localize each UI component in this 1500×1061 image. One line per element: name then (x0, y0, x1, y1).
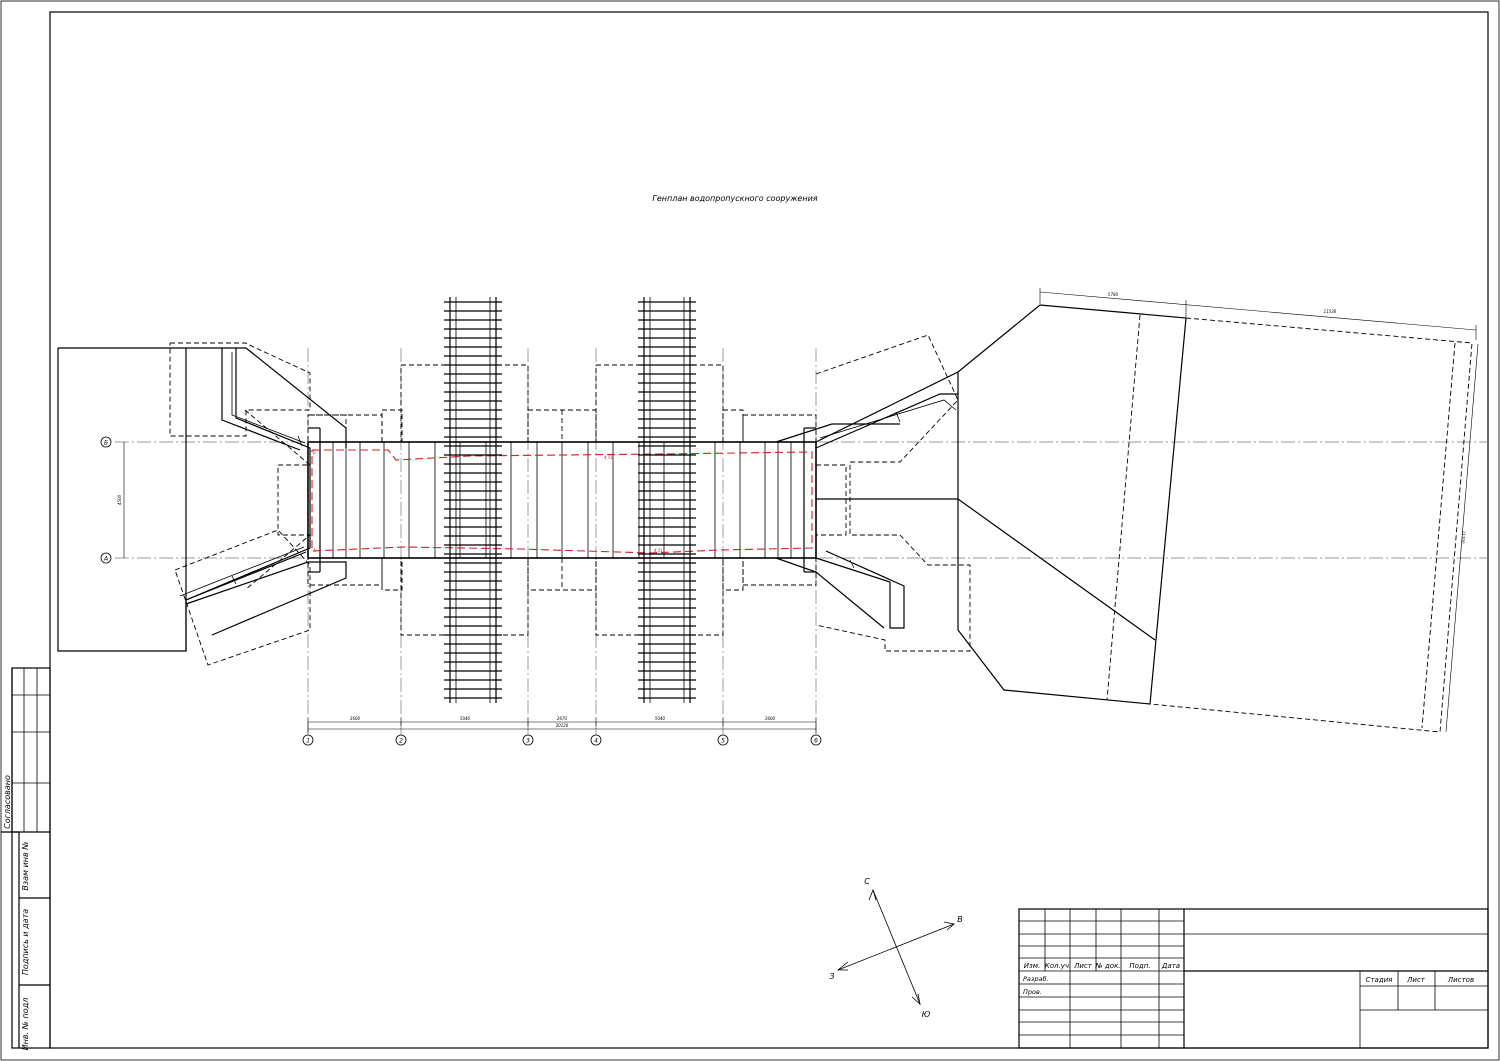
axis-bubble-2: 2 (395, 734, 407, 746)
right-outlet-block: 5780 11536 11700 (816, 288, 1479, 733)
axis-bubble-4: 4 (590, 734, 602, 746)
dim-total: 20120 (556, 723, 569, 728)
dim-right-top-a: 5780 (1108, 292, 1119, 297)
tb-header-podp: Подп. (1129, 962, 1150, 970)
axis-lines (115, 348, 1488, 735)
railway-track-left (444, 297, 502, 703)
svg-text:6: 6 (814, 738, 818, 745)
axis-bubble-3: 3 (522, 734, 534, 746)
left-head-block (57, 342, 347, 666)
axis-bubble-5: 5 (717, 734, 729, 746)
margin-signature-date: Подпись и дата (21, 909, 30, 975)
tb-stage: Стадия (1366, 976, 1393, 984)
pipe-label-left-bottom: А (312, 548, 316, 553)
svg-text:4: 4 (594, 738, 598, 745)
pipe-label-left-top: Б (313, 450, 316, 455)
grid-bubbles-vertical: 1 2 3 4 5 6 (302, 734, 822, 746)
tb-header-date: Дата (1161, 962, 1180, 970)
dim-span-5: 3600 (765, 716, 776, 721)
railway-track-right (638, 297, 696, 703)
tb-row-prov: Пров. (1023, 988, 1042, 996)
drawing-sheet: Генплан водопропускного сооружения 5780 … (0, 0, 1500, 1061)
axis-bubble-B: Б (100, 436, 112, 448)
axis-bubble-A: А (100, 552, 112, 564)
dim-right-side: 11700 (1460, 531, 1466, 545)
svg-text:2: 2 (399, 738, 403, 745)
drawing-title: Генплан водопропускного сооружения (652, 194, 817, 203)
dim-span-2: 5040 (460, 716, 471, 721)
margin-agreed: Согласовано (3, 775, 12, 829)
svg-text:А: А (103, 556, 108, 563)
margin-replaced-inv: Взам инв № (21, 841, 30, 890)
svg-text:5: 5 (721, 738, 725, 745)
compass-north: С (864, 877, 870, 886)
inner-frame (49, 11, 1489, 1049)
svg-text:1: 1 (306, 738, 310, 745)
pipe-label-mid-top: 4,51 (604, 455, 613, 460)
svg-text:Б: Б (104, 440, 108, 447)
compass-west: З (829, 972, 834, 981)
outer-frame (0, 0, 1500, 1061)
tb-header-list: Лист (1073, 962, 1093, 970)
tb-sheets: Листов (1447, 976, 1474, 984)
dimension-chain: 3600 5040 2670 5040 3600 20120 (307, 716, 817, 733)
margin-inv-no: Инв. № подл (21, 998, 30, 1051)
culvert-body (307, 427, 817, 573)
compass-south: Ю (922, 1010, 931, 1019)
compass-east: В (957, 915, 963, 924)
pipe-label-mid-bottom: 4,51 (654, 548, 663, 553)
right-wing-walls (775, 334, 971, 652)
dim-right-top-b: 11536 (1324, 309, 1337, 314)
dim-span-4: 5040 (655, 716, 666, 721)
title-block: Изм. Кол.уч. Лист № док. Подп. Дата Разр… (1018, 908, 1489, 1049)
left-margin-stamp: Согласовано Взам инв № Подпись и дата Ин… (1, 667, 51, 1051)
axis-bubble-6: 6 (810, 734, 822, 746)
axis-bubble-1: 1 (302, 734, 314, 746)
tb-row-razrab: Разраб. (1023, 975, 1049, 983)
tb-header-doc: № док. (1094, 962, 1120, 970)
tb-header-izm: Изм. (1024, 962, 1040, 970)
dim-between-rows: 4500 (117, 494, 122, 505)
dim-span-3: 2670 (557, 716, 568, 721)
svg-text:3: 3 (526, 738, 530, 745)
dim-span-1: 3600 (350, 716, 361, 721)
tb-sheet: Лист (1406, 976, 1426, 984)
compass-rose: С В З Ю (829, 877, 962, 1019)
tb-header-kol: Кол.уч. (1045, 962, 1071, 970)
